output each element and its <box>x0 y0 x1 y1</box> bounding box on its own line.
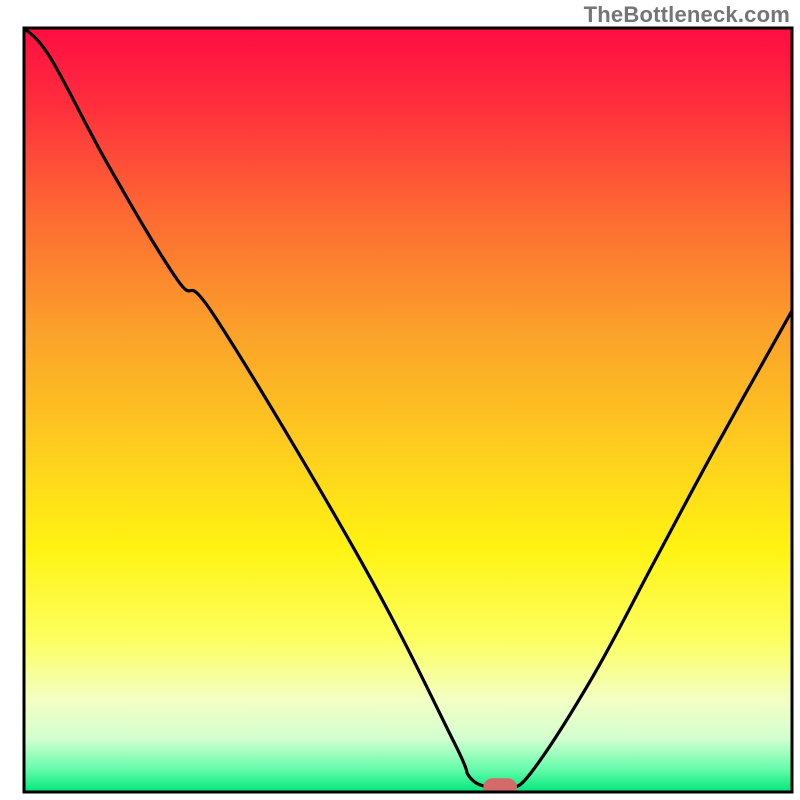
optimal-point-marker <box>483 778 517 796</box>
heat-background <box>24 28 792 792</box>
bottleneck-chart <box>0 0 800 800</box>
chart-stage: TheBottleneck.com <box>0 0 800 800</box>
plot-area <box>24 28 792 797</box>
